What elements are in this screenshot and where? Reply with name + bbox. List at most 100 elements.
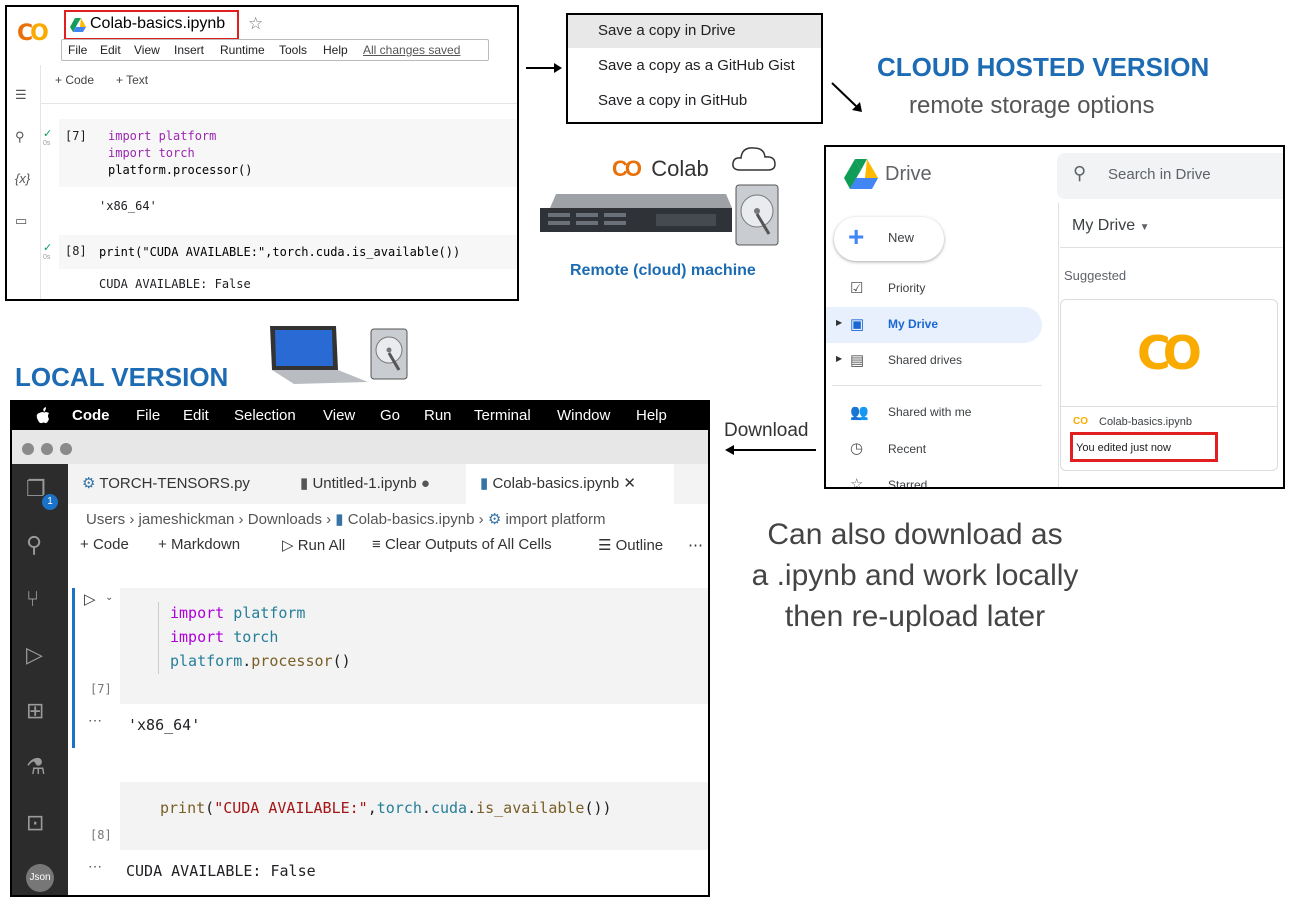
menu-edit[interactable]: Edit	[183, 407, 209, 424]
server-rack-icon	[540, 194, 732, 232]
cell-code[interactable]: import platform import torch platform.pr…	[108, 128, 253, 179]
check-icon: ✓	[43, 242, 53, 254]
cell-focus-bar	[72, 588, 75, 748]
output-more-icon[interactable]: ⋯	[88, 858, 102, 875]
cloud-callout-title: CLOUD HOSTED VERSION	[877, 52, 1210, 82]
menu-file[interactable]: File	[136, 407, 160, 424]
nav-starred[interactable]: Starred	[888, 478, 927, 487]
run-cell-icon[interactable]: ▷	[84, 590, 96, 608]
run-debug-icon[interactable]: ▷	[26, 642, 43, 668]
nav-priority[interactable]: Priority	[888, 281, 925, 295]
menu-go[interactable]: Go	[380, 407, 400, 424]
editor-tabs: ⚙ TORCH-TENSORS.py ▮ Untitled-1.ipynb ● …	[68, 464, 708, 504]
menu-item-save-gist[interactable]: Save a copy as a GitHub Gist	[568, 50, 821, 83]
menu-file[interactable]: File	[68, 43, 87, 57]
save-status[interactable]: All changes saved	[363, 43, 460, 57]
zoom-window-button[interactable]	[60, 443, 72, 455]
close-window-button[interactable]	[22, 443, 34, 455]
nav-divider	[832, 385, 1042, 386]
chevron-down-icon[interactable]: ⌄	[105, 592, 113, 603]
tab-torch-tensors[interactable]: ⚙ TORCH-TENSORS.py	[68, 464, 282, 504]
drive-icon	[70, 18, 86, 32]
menu-item-save-drive[interactable]: Save a copy in Drive	[568, 15, 821, 48]
nav-my-drive[interactable]: My Drive	[888, 317, 938, 331]
colab-logo: CO	[17, 21, 49, 46]
mac-menubar: Code File Edit Selection View Go Run Ter…	[12, 402, 708, 430]
testing-flask-icon[interactable]: ⚗	[26, 754, 46, 780]
toolbar-divider	[41, 103, 517, 104]
add-text-button[interactable]: + Text	[116, 73, 148, 87]
execution-count: [8]	[90, 828, 112, 842]
search-placeholder: Search in Drive	[1108, 166, 1211, 183]
menu-insert[interactable]: Insert	[174, 43, 204, 57]
hard-drive-icon	[370, 328, 408, 380]
variables-icon[interactable]: {x}	[15, 171, 30, 186]
minimize-window-button[interactable]	[41, 443, 53, 455]
output-more-icon[interactable]: ⋯	[88, 712, 102, 729]
add-code-button[interactable]: + Code	[55, 73, 94, 87]
window-titlebar	[12, 430, 708, 464]
menu-item-save-github[interactable]: Save a copy in GitHub	[568, 85, 821, 118]
my-drive-icon: ▣	[850, 316, 865, 333]
execution-count: [7]	[65, 129, 87, 143]
plus-icon: +	[848, 221, 865, 252]
nav-shared-with-me[interactable]: Shared with me	[888, 405, 971, 419]
star-icon[interactable]: ☆	[248, 14, 263, 34]
colab-notebook-screenshot: CO Colab-basics.ipynb ☆ File Edit View I…	[5, 5, 519, 301]
menu-run[interactable]: Run	[424, 407, 452, 424]
avatar[interactable]: Json	[26, 864, 54, 892]
menu-edit[interactable]: Edit	[100, 43, 121, 57]
menu-runtime[interactable]: Runtime	[220, 43, 265, 57]
location-dropdown[interactable]: My Drive ▼	[1072, 217, 1149, 235]
expand-arrow-icon[interactable]: ▶	[836, 318, 842, 327]
file-name: Colab-basics.ipynb	[1099, 416, 1192, 428]
outline-button[interactable]: ☰ Outline	[598, 536, 663, 554]
source-control-icon[interactable]: ⑂	[26, 586, 39, 612]
nav-shared-drives[interactable]: Shared drives	[888, 353, 962, 367]
more-actions-icon[interactable]: ⋯	[688, 536, 703, 554]
extensions-icon[interactable]: ⊞	[26, 698, 44, 724]
expand-arrow-icon[interactable]: ▶	[836, 354, 842, 363]
clear-outputs-button[interactable]: ≡ Clear Outputs of All Cells	[372, 536, 552, 553]
cell-output: CUDA AVAILABLE: False	[126, 862, 316, 880]
star-icon: ☆	[850, 476, 864, 489]
nav-recent[interactable]: Recent	[888, 442, 926, 456]
menu-selection[interactable]: Selection	[234, 407, 296, 424]
menu-tools[interactable]: Tools	[279, 43, 307, 57]
menu-window[interactable]: Window	[557, 407, 610, 424]
close-tab-icon[interactable]: ✕	[623, 475, 636, 492]
arrow-to-drive	[831, 82, 862, 112]
menu-view[interactable]: View	[323, 407, 355, 424]
drive-search-box[interactable]: ⚲ Search in Drive	[1057, 153, 1283, 199]
menu-terminal[interactable]: Terminal	[474, 407, 531, 424]
run-all-button[interactable]: ▷ Run All	[282, 536, 345, 554]
menu-view[interactable]: View	[134, 43, 160, 57]
shared-drives-icon: ▤	[850, 352, 865, 369]
drive-app-name: Drive	[885, 163, 932, 185]
cell-output: CUDA AVAILABLE: False	[99, 277, 251, 291]
search-icon[interactable]: ⚲	[26, 532, 42, 558]
vscode-screenshot: Code File Edit Selection View Go Run Ter…	[10, 400, 710, 897]
cell-code[interactable]: print("CUDA AVAILABLE:",torch.cuda.is_av…	[99, 244, 460, 261]
new-button[interactable]: + New	[834, 217, 944, 261]
tab-colab-basics[interactable]: ▮ Colab-basics.ipynb ✕	[466, 464, 674, 504]
notebook-title-highlight[interactable]: Colab-basics.ipynb	[64, 10, 239, 40]
folder-icon[interactable]: ▭	[15, 213, 27, 229]
terminal-icon[interactable]: ⊡	[26, 810, 44, 836]
tab-untitled[interactable]: ▮ Untitled-1.ipynb ●	[286, 464, 462, 504]
cell-code[interactable]: import platform import torch platform.pr…	[170, 601, 351, 673]
add-markdown-button[interactable]: + Markdown	[158, 536, 240, 553]
laptop-icon	[270, 326, 368, 384]
menu-code[interactable]: Code	[72, 407, 110, 424]
menu-help[interactable]: Help	[636, 407, 667, 424]
add-code-cell-button[interactable]: + Code	[80, 536, 129, 553]
cell-code[interactable]: print("CUDA AVAILABLE:",torch.cuda.is_av…	[160, 796, 612, 820]
colab-file-thumbnail: CO	[1137, 326, 1202, 380]
clock-icon: ◷	[850, 440, 864, 457]
search-icon[interactable]: ⚲	[15, 129, 25, 145]
cell-status: ✓ 0s	[43, 128, 53, 147]
menu-help[interactable]: Help	[323, 43, 348, 57]
apple-logo-icon[interactable]	[36, 407, 52, 425]
toc-icon[interactable]: ☰	[15, 87, 27, 103]
download-arrow	[725, 445, 816, 455]
